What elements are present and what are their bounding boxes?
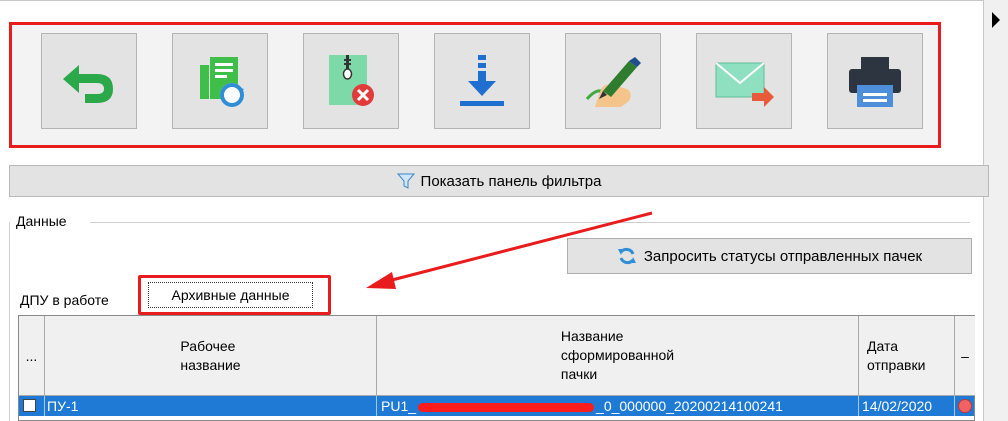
- pack-name-suffix: _0_000000_20200214100241: [596, 398, 783, 414]
- packs-table: ... Рабочее название Название сформирова…: [18, 315, 975, 421]
- table-row[interactable]: ПУ-1 PU1_ _0_000000_20200214100241 14/02/…: [19, 396, 974, 416]
- date-header-line2: отправки: [867, 356, 926, 373]
- work-name-value: ПУ-1: [47, 398, 79, 414]
- pack-name-header-line2: сформированной: [560, 347, 675, 363]
- pack-name-cell[interactable]: PU1_ _0_000000_20200214100241: [377, 396, 859, 416]
- redaction-mark: [418, 402, 595, 412]
- column-header-pack-name[interactable]: Название сформированной пачки: [377, 316, 859, 396]
- work-name-cell[interactable]: ПУ-1: [45, 396, 377, 416]
- row-checkbox[interactable]: [23, 399, 36, 412]
- send-date-value: 14/02/2020: [862, 398, 933, 414]
- column-header-send-date[interactable]: Дата отправки: [859, 316, 955, 396]
- status-indicator-icon: [958, 399, 972, 413]
- column-header-work-name[interactable]: Рабочее название: [45, 316, 377, 396]
- pack-name-header-line3: пачки: [560, 366, 598, 382]
- column-header-status[interactable]: –: [955, 316, 975, 396]
- pack-name-header-line1: Название: [560, 328, 624, 344]
- date-header-line1: Дата: [867, 337, 899, 354]
- row-checkbox-cell[interactable]: [19, 396, 45, 416]
- work-name-header-line1: Рабочее: [180, 337, 236, 354]
- send-date-cell[interactable]: 14/02/2020: [859, 396, 955, 416]
- pack-name-prefix: PU1_: [381, 398, 417, 414]
- status-cell[interactable]: [955, 396, 974, 416]
- column-header-selector[interactable]: ...: [19, 316, 45, 396]
- work-name-header-line2: название: [180, 356, 241, 373]
